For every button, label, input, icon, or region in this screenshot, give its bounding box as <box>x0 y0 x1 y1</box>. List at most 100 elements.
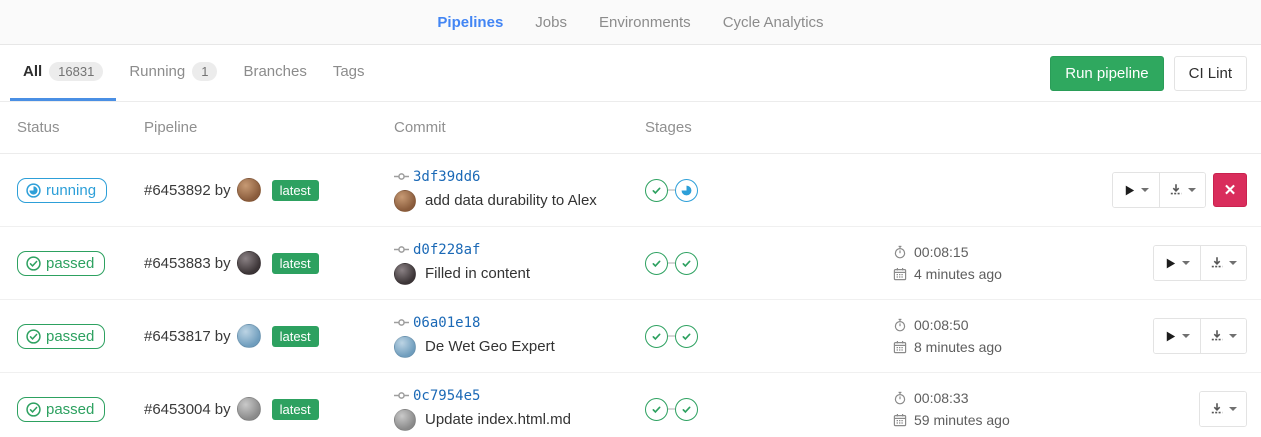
commit-icon <box>394 169 409 184</box>
timer-icon <box>893 391 907 405</box>
artifacts-download-button[interactable] <box>1200 246 1246 280</box>
latest-badge: latest <box>272 180 319 201</box>
pipeline-duration: 00:08:50 <box>914 317 969 333</box>
avatar[interactable] <box>394 336 416 358</box>
commit-icon <box>394 388 409 403</box>
pipeline-row: running #6453892 by latest 3df39dd6 add … <box>0 154 1261 227</box>
artifacts-download-button[interactable] <box>1200 319 1246 353</box>
ci-lint-button[interactable]: CI Lint <box>1174 56 1247 91</box>
by-label: by <box>215 328 231 345</box>
avatar[interactable] <box>237 397 261 421</box>
download-icon <box>1210 402 1224 416</box>
stage-passed-icon[interactable] <box>645 325 668 348</box>
stage-connector <box>668 335 675 337</box>
nav-item-environments[interactable]: Environments <box>599 14 691 31</box>
pipeline-duration: 00:08:33 <box>914 390 969 406</box>
tab-running[interactable]: Running 1 <box>116 45 230 101</box>
passed-circle-icon <box>26 402 41 417</box>
status-badge-passed[interactable]: passed <box>17 324 105 349</box>
play-dropdown-button[interactable] <box>1154 319 1200 353</box>
chevron-down-icon <box>1229 261 1237 265</box>
avatar[interactable] <box>394 190 416 212</box>
column-header-pipeline: Pipeline <box>144 119 394 136</box>
download-icon <box>1210 256 1224 270</box>
chevron-down-icon <box>1188 188 1196 192</box>
stage-passed-icon[interactable] <box>645 398 668 421</box>
pipeline-row: passed #6453817 by latest 06a01e18 De We… <box>0 300 1261 373</box>
status-badge-passed[interactable]: passed <box>17 397 105 422</box>
avatar[interactable] <box>237 251 261 275</box>
tab-branches-label: Branches <box>243 63 306 80</box>
tab-all[interactable]: All 16831 <box>10 45 116 101</box>
tab-running-count-badge: 1 <box>192 62 217 81</box>
pipeline-finished-ago: 8 minutes ago <box>914 339 1002 355</box>
commit-message-link[interactable]: add data durability to Alex <box>425 192 597 209</box>
play-dropdown-button[interactable] <box>1154 246 1200 280</box>
stage-passed-icon[interactable] <box>675 325 698 348</box>
stage-passed-icon[interactable] <box>645 252 668 275</box>
pipeline-duration: 00:08:15 <box>914 244 969 260</box>
nav-item-jobs[interactable]: Jobs <box>535 14 567 31</box>
play-dropdown-button[interactable] <box>1113 173 1159 207</box>
check-icon <box>680 257 693 270</box>
check-icon <box>680 403 693 416</box>
passed-circle-icon <box>26 256 41 271</box>
check-icon <box>650 330 663 343</box>
chevron-down-icon <box>1182 334 1190 338</box>
artifacts-download-button[interactable] <box>1200 392 1246 426</box>
stage-passed-icon[interactable] <box>645 179 668 202</box>
timer-icon <box>893 245 907 259</box>
stage-passed-icon[interactable] <box>675 252 698 275</box>
running-pie-icon <box>679 183 694 198</box>
close-icon: ✕ <box>1224 181 1237 199</box>
tab-tags[interactable]: Tags <box>320 45 378 101</box>
artifacts-download-button[interactable] <box>1159 173 1205 207</box>
latest-badge: latest <box>272 326 319 347</box>
manual-actions-group <box>1199 391 1247 427</box>
pipeline-link[interactable]: #6453883 <box>144 255 211 272</box>
check-icon <box>650 184 663 197</box>
pipeline-link[interactable]: #6453004 <box>144 401 211 418</box>
avatar[interactable] <box>237 324 261 348</box>
avatar[interactable] <box>237 178 261 202</box>
project-nav: Pipelines Jobs Environments Cycle Analyt… <box>0 0 1261 45</box>
commit-message-link[interactable]: Update index.html.md <box>425 411 571 428</box>
calendar-icon <box>893 267 907 281</box>
nav-item-cycle-analytics[interactable]: Cycle Analytics <box>723 14 824 31</box>
avatar[interactable] <box>394 409 416 431</box>
by-label: by <box>215 182 231 199</box>
commit-sha-link[interactable]: d0f228af <box>413 242 480 258</box>
check-icon <box>680 330 693 343</box>
commit-sha-link[interactable]: 06a01e18 <box>413 315 480 331</box>
chevron-down-icon <box>1182 261 1190 265</box>
manual-actions-group <box>1112 172 1206 208</box>
commit-message-link[interactable]: Filled in content <box>425 265 530 282</box>
commit-message-link[interactable]: De Wet Geo Expert <box>425 338 555 355</box>
stage-connector <box>668 189 675 191</box>
run-pipeline-button[interactable]: Run pipeline <box>1050 56 1163 91</box>
tab-branches[interactable]: Branches <box>230 45 319 101</box>
status-badge-passed[interactable]: passed <box>17 251 105 276</box>
latest-badge: latest <box>272 253 319 274</box>
pipeline-link[interactable]: #6453817 <box>144 328 211 345</box>
check-icon <box>650 257 663 270</box>
status-label: passed <box>46 255 94 272</box>
commit-sha-link[interactable]: 3df39dd6 <box>413 169 480 185</box>
pipeline-finished-ago: 59 minutes ago <box>914 412 1010 428</box>
nav-item-pipelines[interactable]: Pipelines <box>437 14 503 31</box>
pipeline-finished-ago: 4 minutes ago <box>914 266 1002 282</box>
column-header-commit: Commit <box>394 119 645 136</box>
cancel-pipeline-button[interactable]: ✕ <box>1213 173 1247 207</box>
stage-running-icon[interactable] <box>675 179 698 202</box>
by-label: by <box>215 255 231 272</box>
download-icon <box>1210 329 1224 343</box>
chevron-down-icon <box>1141 188 1149 192</box>
pipeline-link[interactable]: #6453892 <box>144 182 211 199</box>
pipeline-row: passed #6453004 by latest 0c7954e5 Updat… <box>0 373 1261 437</box>
stage-passed-icon[interactable] <box>675 398 698 421</box>
status-badge-running[interactable]: running <box>17 178 107 203</box>
calendar-icon <box>893 413 907 427</box>
avatar[interactable] <box>394 263 416 285</box>
tab-all-label: All <box>23 63 42 80</box>
commit-sha-link[interactable]: 0c7954e5 <box>413 388 480 404</box>
